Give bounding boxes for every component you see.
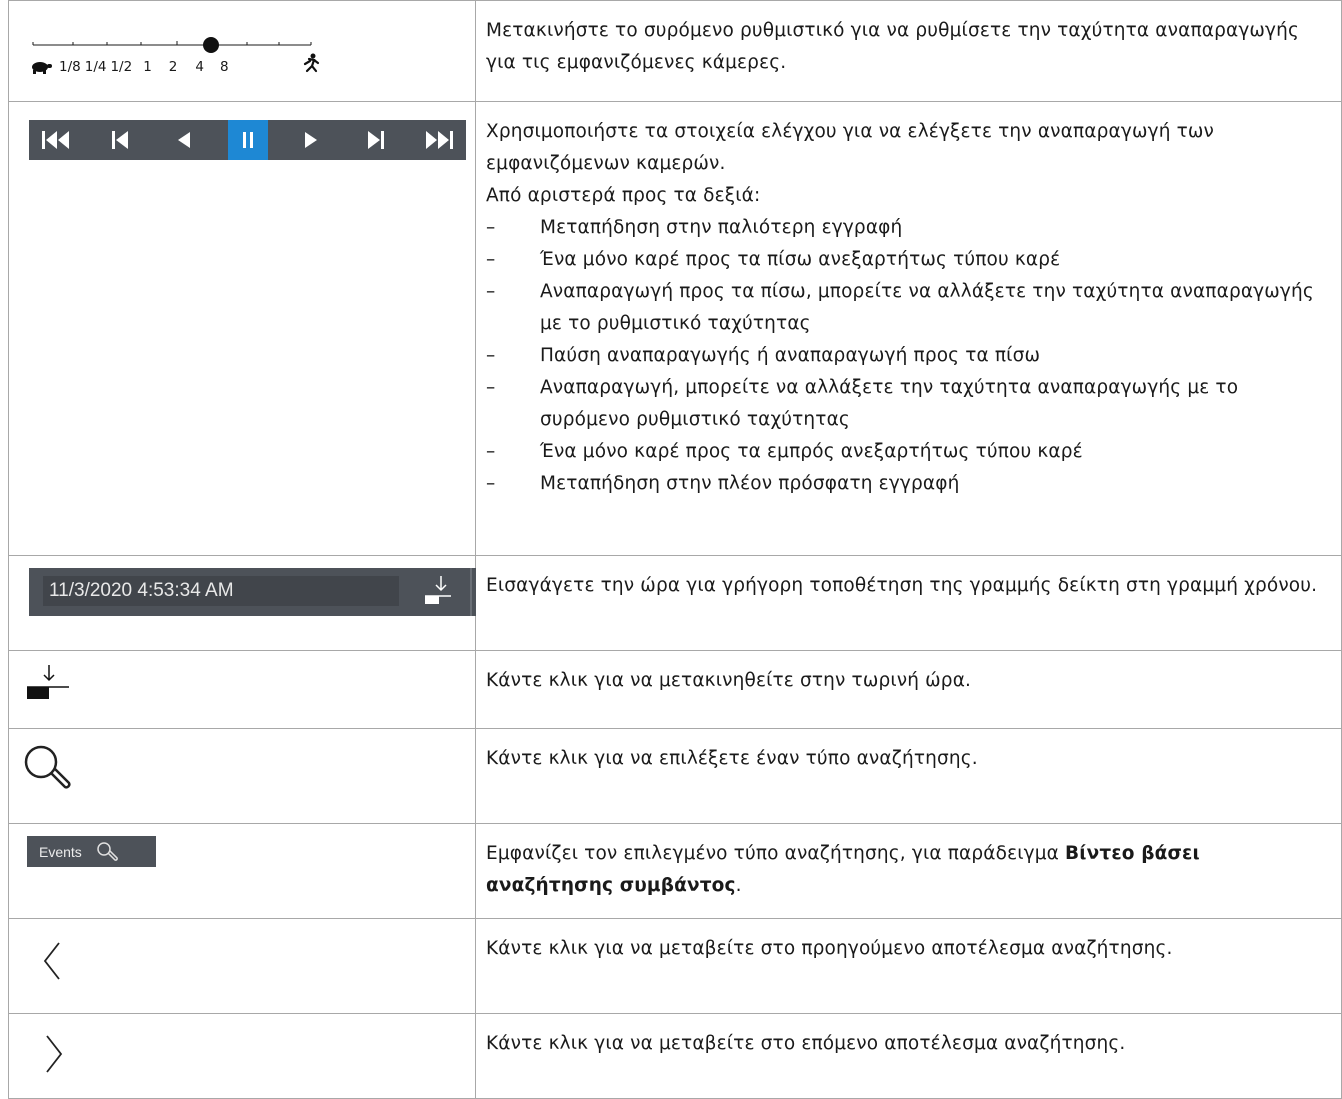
description-cell: Κάντε κλικ για να μετακινηθείτε στην τωρ… (475, 650, 1342, 729)
playback-toolbar (29, 120, 466, 160)
icon-cell (8, 918, 476, 1014)
list-item: – Αναπαραγωγή προς τα πίσω, μπορείτε να α… (486, 276, 1331, 340)
search-icon (97, 841, 118, 861)
description-cell: Εμφανίζει τον επιλεγμένο τύπο αναζήτησης… (475, 823, 1342, 919)
runner-icon (303, 53, 320, 73)
play-icon[interactable] (291, 120, 331, 160)
list-item: – Μεταπήδηση στην παλιότερη εγγραφή (486, 212, 1331, 244)
step-back-icon[interactable] (101, 120, 141, 160)
icon-cell: 1/8 1/4 1/2 1 2 4 8 (8, 0, 476, 102)
list-item-text: Παύση αναπαραγωγής ή αναπαραγωγή προς τα… (540, 345, 1041, 366)
dash-mark: – (486, 281, 496, 302)
icon-cell: Events (8, 823, 476, 919)
description-text: Κάντε κλικ για να επιλέξετε έναν τύπο αν… (486, 748, 978, 769)
dash-mark: – (486, 217, 496, 238)
table-row: Χρησιμοποιήστε τα στοιχεία ελέγχου για ν… (8, 101, 1342, 556)
dash-mark: – (486, 377, 496, 398)
description-cell: Μετακινήστε το συρόμενο ρυθμιστικό για ν… (475, 0, 1342, 102)
search-type-button[interactable]: Events (27, 836, 156, 867)
search-type-label: Events (39, 843, 82, 860)
table-row: Κάντε κλικ για να μεταβείτε στο προηγούμ… (8, 918, 1342, 1014)
speed-label: 1/8 (59, 59, 81, 75)
step-forward-icon[interactable] (355, 120, 395, 160)
speed-label: 1 (143, 59, 152, 75)
description-text: Κάντε κλικ για να μεταβείτε στο προηγούμ… (486, 938, 1173, 959)
list-item: – Ένα μόνο καρέ προς τα εμπρός ανεξαρτήτω… (486, 436, 1331, 468)
table-row: Κάντε κλικ για να επιλέξετε έναν τύπο αν… (8, 728, 1342, 824)
dash-mark: – (486, 473, 496, 494)
description-cell: Χρησιμοποιήστε τα στοιχεία ελέγχου για ν… (475, 101, 1342, 556)
jump-to-now-icon[interactable] (425, 574, 451, 610)
table-row: 11/3/2020 4:53:34 AM Εισαγάγετε την ώρα … (8, 555, 1342, 651)
list-item-text: Μεταπήδηση στην παλιότερη εγγραφή (540, 217, 903, 238)
speed-label: 1/4 (84, 59, 107, 75)
description-cell: Κάντε κλικ για να μεταβείτε στο επόμενο … (475, 1013, 1342, 1099)
description-text: Χρησιμοποιήστε τα στοιχεία ελέγχου για ν… (486, 121, 1215, 174)
list-item: – Ένα μόνο καρέ προς τα πίσω ανεξαρτήτως … (486, 244, 1331, 276)
description-text: Κάντε κλικ για να μετακινηθείτε στην τωρ… (486, 670, 972, 691)
jump-to-now-icon[interactable] (25, 663, 85, 703)
description-text: Κάντε κλικ για να μεταβείτε στο επόμενο … (486, 1033, 1126, 1054)
skip-to-newest-icon[interactable] (418, 120, 458, 160)
icon-cell (8, 728, 476, 824)
description-text: Εμφανίζει τον επιλεγμένο τύπο αναζήτησης… (486, 838, 1331, 902)
time-input[interactable]: 11/3/2020 4:53:34 AM (43, 576, 399, 606)
description-text-part: . (735, 875, 742, 896)
divider (470, 568, 472, 616)
speed-slider-thumb[interactable] (203, 37, 219, 53)
list-item: – Μεταπήδηση στην πλέον πρόσφατη εγγραφή (486, 468, 1331, 500)
speed-slider[interactable]: 1/8 1/4 1/2 1 2 4 8 (29, 29, 329, 77)
dash-mark: – (486, 441, 496, 462)
skip-to-oldest-icon[interactable] (37, 120, 77, 160)
list-item-text: Αναπαραγωγή προς τα πίσω, μπορείτε να αλ… (540, 281, 1314, 334)
description-cell: Κάντε κλικ για να επιλέξετε έναν τύπο αν… (475, 728, 1342, 824)
list-item: – Παύση αναπαραγωγής ή αναπαραγωγή προς τ… (486, 340, 1331, 372)
table-row: Κάντε κλικ για να μετακινηθείτε στην τωρ… (8, 650, 1342, 729)
turtle-icon (32, 62, 52, 74)
dash-mark: – (486, 249, 496, 270)
speed-label: 1/2 (110, 59, 133, 75)
chevron-left-icon[interactable] (39, 939, 69, 985)
time-navigation-bar: 11/3/2020 4:53:34 AM (29, 568, 476, 616)
list-item-text: Μεταπήδηση στην πλέον πρόσφατη εγγραφή (540, 473, 960, 494)
list-item-text: Ένα μόνο καρέ προς τα εμπρός ανεξαρτήτως… (540, 441, 1083, 462)
search-icon[interactable] (21, 743, 77, 799)
pause-icon[interactable] (227, 120, 268, 160)
icon-cell (8, 101, 476, 556)
icon-cell (8, 650, 476, 729)
speed-label: 4 (195, 59, 204, 75)
description-cell: Κάντε κλικ για να μεταβείτε στο προηγούμ… (475, 918, 1342, 1014)
description-text: Εισαγάγετε την ώρα για γρήγορη τοποθέτησ… (486, 575, 1318, 596)
speed-labels: 1/8 1/4 1/2 1 2 4 8 (59, 59, 229, 75)
description-text: Μετακινήστε το συρόμενο ρυθμιστικό για ν… (486, 20, 1300, 73)
chevron-right-icon[interactable] (39, 1032, 69, 1078)
list-item-text: Αναπαραγωγή, μπορείτε να αλλάξετε την τα… (540, 377, 1239, 430)
description-cell: Εισαγάγετε την ώρα για γρήγορη τοποθέτησ… (475, 555, 1342, 651)
dash-list: – Μεταπήδηση στην παλιότερη εγγραφή – Ένα … (486, 212, 1331, 500)
icon-cell (8, 1013, 476, 1099)
description-text-part: Εμφανίζει τον επιλεγμένο τύπο αναζήτησης… (486, 843, 1066, 864)
icon-cell: 11/3/2020 4:53:34 AM (8, 555, 476, 651)
icon-description-table: 1/8 1/4 1/2 1 2 4 8 Μετακινήστε το συρόμενο ρυ… (8, 0, 1342, 1099)
description-text: Από αριστερά προς τα δεξιά: (486, 185, 761, 206)
dash-mark: – (486, 345, 496, 366)
play-reverse-icon[interactable] (164, 120, 204, 160)
speed-label: 8 (219, 59, 229, 75)
speed-label: 2 (168, 59, 178, 75)
list-item-text: Ένα μόνο καρέ προς τα πίσω ανεξαρτήτως τ… (540, 249, 1061, 270)
list-item: – Αναπαραγωγή, μπορείτε να αλλάξετε την τ… (486, 372, 1331, 436)
table-row: Events Εμφανίζει τον επιλεγμένο τύπο ανα… (8, 823, 1342, 919)
table-row: 1/8 1/4 1/2 1 2 4 8 Μετακινήστε το συρόμενο ρυ… (8, 0, 1342, 102)
table-row: Κάντε κλικ για να μεταβείτε στο επόμενο … (8, 1013, 1342, 1099)
